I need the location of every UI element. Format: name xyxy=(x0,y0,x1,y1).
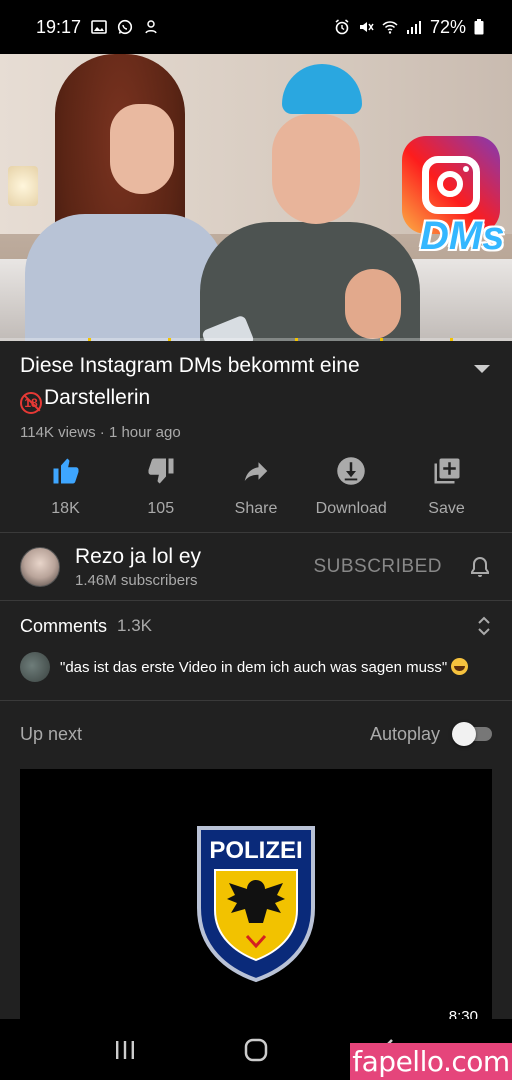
recent-apps-icon xyxy=(116,1040,135,1059)
comments-label: Comments xyxy=(20,615,108,636)
police-badge-icon: POLIZEI xyxy=(197,826,315,983)
channel-avatar[interactable] xyxy=(20,547,60,587)
status-bar: 19:17 72% xyxy=(0,0,512,54)
video-lamp xyxy=(8,166,38,206)
meta-separator: · xyxy=(95,424,109,441)
upload-age: 1 hour ago xyxy=(108,424,181,441)
toggle-knob xyxy=(452,722,476,746)
subscribe-button[interactable]: SUBSCRIBED xyxy=(313,556,442,578)
playlist-add-icon xyxy=(434,458,459,484)
like-button[interactable]: 18K xyxy=(18,456,113,518)
mute-icon xyxy=(359,22,374,32)
expand-description-icon[interactable] xyxy=(472,362,492,376)
status-time: 19:17 xyxy=(36,16,82,37)
battery-icon xyxy=(474,19,484,35)
thumbs-up-icon xyxy=(53,458,78,484)
top-comment[interactable]: "das ist das erste Video in dem ich auch… xyxy=(20,652,492,682)
signal-icon xyxy=(406,21,421,34)
comments-header[interactable]: Comments 1.3K xyxy=(20,615,492,637)
whatsapp-icon xyxy=(117,19,133,35)
home-icon xyxy=(244,1038,268,1061)
channel-info: Rezo ja lol ey 1.46M subscribers xyxy=(75,545,201,589)
home-button[interactable] xyxy=(236,1035,276,1065)
view-count: 114K views xyxy=(20,424,96,441)
save-button[interactable]: Save xyxy=(399,456,494,518)
expand-comments-icon[interactable] xyxy=(476,615,492,637)
video-hand xyxy=(345,269,401,339)
video-title[interactable]: Diese Instagram DMs bekommt eine 18 Darst… xyxy=(20,350,440,414)
video-title-line2: Darstellerin xyxy=(44,386,151,409)
recent-apps-button[interactable] xyxy=(105,1035,145,1065)
badge-text: POLIZEI xyxy=(209,837,302,864)
channel-row[interactable]: Rezo ja lol ey 1.46M subscribers SUBSCRI… xyxy=(20,544,492,590)
channel-name[interactable]: Rezo ja lol ey xyxy=(75,545,201,569)
share-label: Share xyxy=(234,500,278,517)
like-count: 18K xyxy=(51,500,80,517)
next-video-thumbnail[interactable]: POLIZEI 8:30 xyxy=(20,769,492,1021)
divider xyxy=(0,600,512,601)
video-overlay-text: DMs xyxy=(420,214,505,258)
download-button[interactable]: Download xyxy=(304,456,399,518)
comment-avatar xyxy=(20,652,50,682)
subscriber-count: 1.46M subscribers xyxy=(75,572,198,589)
share-icon xyxy=(244,462,268,481)
divider xyxy=(0,700,512,701)
dislike-count: 105 xyxy=(147,500,175,517)
save-label: Save xyxy=(428,500,465,517)
video-title-line1: Diese Instagram DMs bekommt eine xyxy=(20,354,360,377)
download-label: Download xyxy=(315,500,387,517)
video-player[interactable]: DMs xyxy=(0,54,512,341)
comments-count: 1.3K xyxy=(117,616,153,635)
comment-text-content: "das ist das erste Video in dem ich auch… xyxy=(60,659,448,676)
watermark: fapello.com xyxy=(350,1043,512,1080)
video-meta: 114K views · 1 hour ago xyxy=(20,424,500,441)
action-bar: 18K 105 Share Download Save xyxy=(18,456,494,518)
video-person2-face xyxy=(272,114,360,224)
divider xyxy=(0,532,512,533)
dislike-button[interactable]: 105 xyxy=(113,456,208,518)
download-icon xyxy=(337,457,365,485)
battery-percent: 72% xyxy=(429,16,466,37)
comment-text: "das ist das erste Video in dem ich auch… xyxy=(60,658,469,676)
wifi-icon xyxy=(382,21,398,34)
age-restriction-icon: 18 xyxy=(20,392,42,414)
video-progress-bar[interactable] xyxy=(0,338,512,341)
autoplay-label: Autoplay xyxy=(369,723,440,744)
video-person-body xyxy=(25,214,225,341)
up-next-label: Up next xyxy=(20,723,83,744)
share-button[interactable]: Share xyxy=(209,456,304,518)
notification-icon xyxy=(145,20,157,34)
alarm-icon xyxy=(335,19,349,35)
gallery-icon xyxy=(91,20,107,34)
autoplay-toggle[interactable] xyxy=(452,720,492,748)
video-person-face xyxy=(110,104,174,194)
laughing-emoji-icon xyxy=(451,658,469,675)
bell-icon[interactable] xyxy=(468,555,492,579)
thumbs-down-icon xyxy=(148,458,174,484)
up-next-header: Up next Autoplay xyxy=(20,720,492,748)
video-info: Diese Instagram DMs bekommt eine 18 Darst… xyxy=(20,350,500,441)
